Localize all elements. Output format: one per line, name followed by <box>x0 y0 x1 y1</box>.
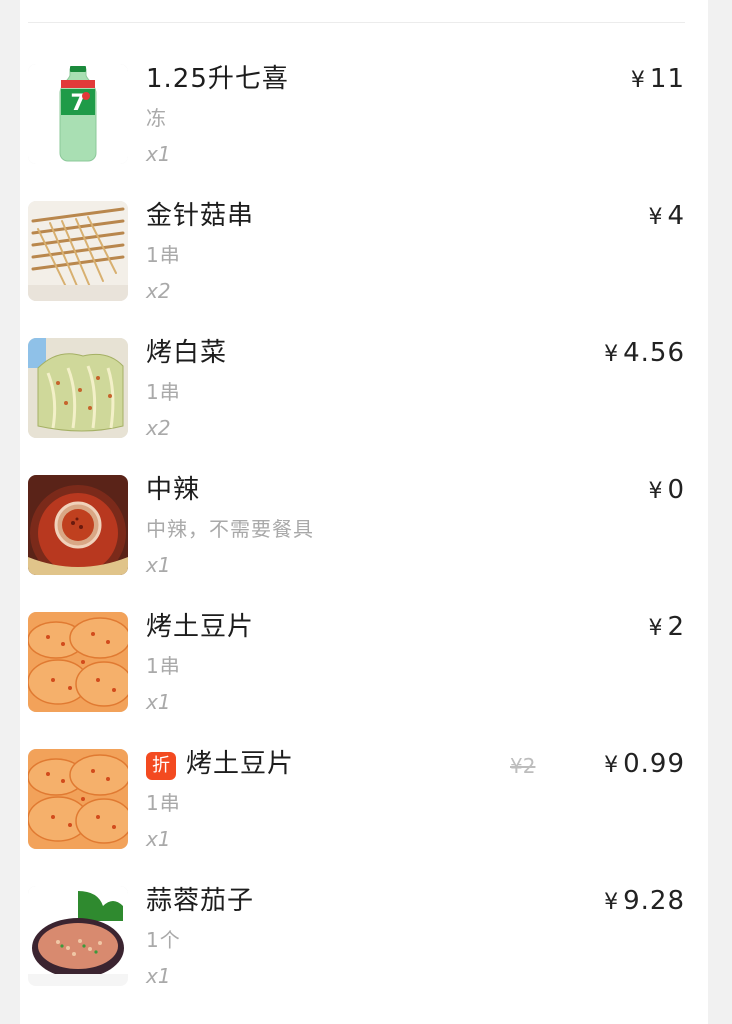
item-spec: 1串 <box>146 791 181 815</box>
currency-symbol: ¥ <box>648 616 664 641</box>
item-name: 烤土豆片 <box>146 612 255 642</box>
item-name: 金针菇串 <box>146 201 255 231</box>
discount-badge: 折 <box>146 752 176 780</box>
currency-symbol: ¥ <box>604 890 620 915</box>
garlic-eggplant-image <box>28 886 128 986</box>
item-price-value: 0.99 <box>623 749 685 779</box>
order-item-cabbage: 烤白菜 1串 x2 ¥4.56 <box>28 338 685 450</box>
item-price: ¥2 <box>648 612 685 644</box>
original-price: ¥2 <box>510 754 536 778</box>
item-name: 1.25升七喜 <box>146 64 289 94</box>
order-item-potato: 烤土豆片 1串 x1 ¥2 <box>28 612 685 724</box>
item-name: 烤土豆片 <box>186 749 295 779</box>
currency-symbol: ¥ <box>648 479 664 504</box>
currency-symbol: ¥ <box>604 753 620 778</box>
item-price-value: 4.56 <box>623 338 685 368</box>
item-price-value: 0 <box>667 475 685 505</box>
item-price: ¥4.56 <box>604 338 685 370</box>
item-price-value: 9.28 <box>623 886 685 916</box>
grilled-cabbage-image <box>28 338 128 438</box>
item-price: ¥11 <box>631 64 685 96</box>
grilled-potato-image <box>28 612 128 712</box>
currency-symbol: ¥ <box>630 68 646 93</box>
item-quantity: x1 <box>146 690 171 714</box>
item-price-value: 2 <box>667 612 685 642</box>
item-price: ¥0.99 <box>604 749 685 781</box>
currency-symbol: ¥ <box>648 205 664 230</box>
item-quantity: x1 <box>146 142 171 166</box>
item-spec: 1串 <box>146 654 181 678</box>
item-spec: 冻 <box>146 106 167 130</box>
hotpot-spicy-image <box>28 475 128 575</box>
item-quantity: x2 <box>146 416 171 440</box>
grilled-potato-image <box>28 749 128 849</box>
item-spec: 1串 <box>146 243 181 267</box>
order-item-enoki: 金针菇串 1串 x2 ¥4 <box>28 201 685 313</box>
item-price: ¥4 <box>648 201 685 233</box>
item-quantity: x1 <box>146 553 171 577</box>
item-price-value: 11 <box>649 64 685 94</box>
order-item-spicy: 中辣 中辣，不需要餐具 x1 ¥0 <box>28 475 685 587</box>
item-price: ¥9.28 <box>604 886 685 918</box>
item-quantity: x1 <box>146 964 171 988</box>
item-spec: 中辣，不需要餐具 <box>146 517 314 541</box>
item-price: ¥0 <box>648 475 685 507</box>
order-item-potato-discount: 折 烤土豆片 ¥2 1串 x1 ¥0.99 <box>28 749 685 861</box>
enoki-skewer-image <box>28 201 128 301</box>
item-spec: 1串 <box>146 380 181 404</box>
order-item-eggplant: 蒜蓉茄子 1个 x1 ¥9.28 <box>28 886 685 998</box>
item-spec: 1个 <box>146 928 181 952</box>
7up-bottle-image: 7 <box>28 64 128 164</box>
item-quantity: x2 <box>146 279 171 303</box>
item-name: 烤白菜 <box>146 338 228 368</box>
item-name: 中辣 <box>146 475 201 505</box>
item-name: 蒜蓉茄子 <box>146 886 255 916</box>
item-price-value: 4 <box>667 201 685 231</box>
top-divider <box>28 22 685 23</box>
currency-symbol: ¥ <box>604 342 620 367</box>
order-item-7up: 7 1.25升七喜 冻 x1 ¥11 <box>28 64 685 176</box>
item-quantity: x1 <box>146 827 171 851</box>
